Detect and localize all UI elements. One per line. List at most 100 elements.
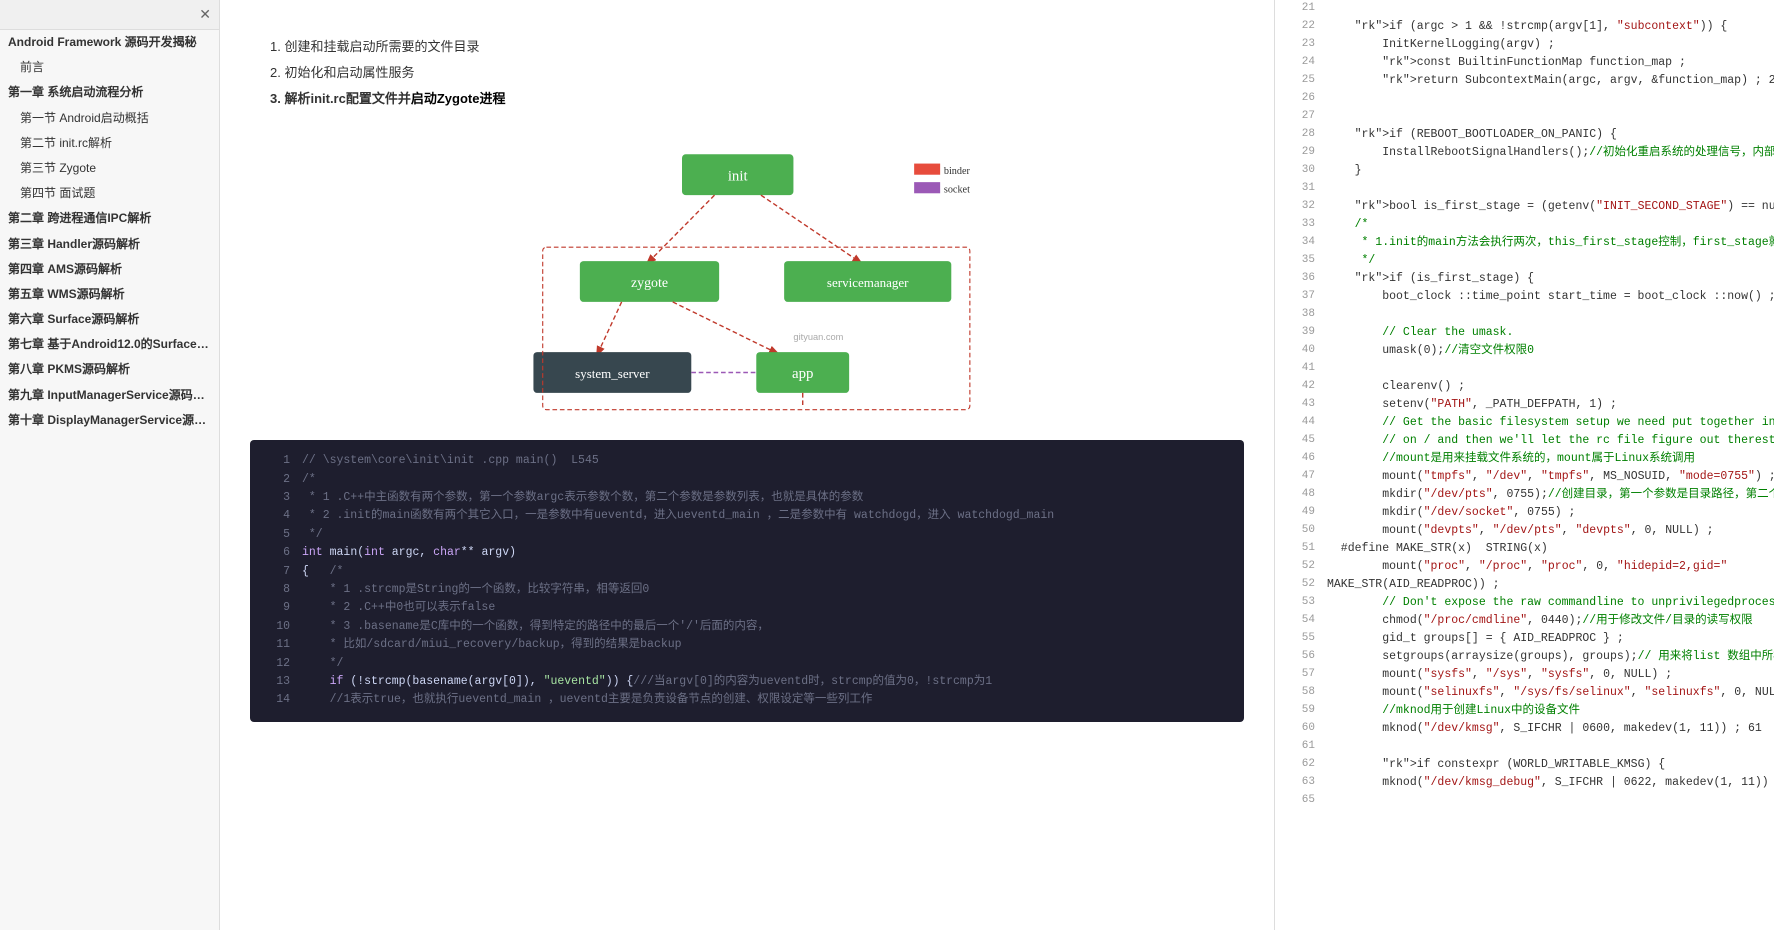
arrow-init-zygote (650, 195, 715, 261)
watermark: gityuan.com (793, 332, 843, 342)
right-code-line: 49 mkdir("/dev/socket", 0755) ; (1275, 504, 1774, 522)
code-text: // \system\core\init\init .cpp main() L5… (302, 452, 1228, 470)
right-code-text: "rk">if constexpr (WORLD_WRITABLE_KMSG) … (1327, 756, 1766, 774)
right-code-text: mknod("/dev/kmsg_debug", S_IFCHR | 0622,… (1327, 774, 1774, 792)
right-line-num: 61 (1283, 738, 1315, 756)
right-code-text (1327, 792, 1766, 810)
sidebar-item-2[interactable]: 第一章 系统启动流程分析 (0, 80, 219, 105)
right-code-line: 33 /* (1275, 216, 1774, 234)
code-line-6: 6int main(int argc, char** argv) (266, 544, 1228, 562)
right-code-line: 65 (1275, 792, 1774, 810)
sidebar-item-12[interactable]: 第七章 基于Android12.0的SurfaceFlinger源 (0, 332, 219, 357)
right-code-text: //mknod用于创建Linux中的设备文件 (1327, 702, 1766, 720)
sidebar-item-13[interactable]: 第八章 PKMS源码解析 (0, 357, 219, 382)
sidebar-item-15[interactable]: 第十章 DisplayManagerService源码解析 (0, 408, 219, 433)
right-line-num: 31 (1283, 180, 1315, 198)
right-code-text: mount("proc", "/proc", "proc", 0, "hidep… (1327, 558, 1766, 576)
sidebar-item-0[interactable]: Android Framework 源码开发揭秘 (0, 30, 219, 55)
right-code-line: 28 "rk">if (REBOOT_BOOTLOADER_ON_PANIC) … (1275, 126, 1774, 144)
right-code-text (1327, 180, 1766, 198)
sidebar-item-7[interactable]: 第二章 跨进程通信IPC解析 (0, 206, 219, 231)
right-code-line: 54 chmod("/proc/cmdline", 0440);//用于修改文件… (1275, 612, 1774, 630)
sidebar-item-14[interactable]: 第九章 InputManagerService源码解析 (0, 383, 219, 408)
right-code-text: // Don't expose the raw commandline to u… (1327, 594, 1774, 612)
right-code-text: #define MAKE_STR(x) STRING(x) (1327, 540, 1766, 558)
right-line-num: 33 (1283, 216, 1315, 234)
right-code-line: 21 (1275, 0, 1774, 18)
right-code-line: 26 (1275, 90, 1774, 108)
right-code-line: 29 InstallRebootSignalHandlers();//初始化重启… (1275, 144, 1774, 162)
right-line-num: 42 (1283, 378, 1315, 396)
right-code-text: MAKE_STR(AID_READPROC)) ; (1327, 576, 1766, 594)
right-line-num: 47 (1283, 468, 1315, 486)
right-code-line: 37 boot_clock ::time_point start_time = … (1275, 288, 1774, 306)
right-code-line: 44 // Get the basic filesystem setup we … (1275, 414, 1774, 432)
code-line-8: 8 * 1 .strcmp是String的一个函数，比较字符串，相等返回0 (266, 581, 1228, 599)
right-line-num: 58 (1283, 684, 1315, 702)
code-line-2: 2/* (266, 471, 1228, 489)
right-code-text: setenv("PATH", _PATH_DEFPATH, 1) ; (1327, 396, 1766, 414)
sidebar-header: ✕ (0, 0, 219, 30)
right-code-text: umask(0);//清空文件权限0 (1327, 342, 1766, 360)
right-line-num: 38 (1283, 306, 1315, 324)
right-code-text: * 1.init的main方法会执行两次，this_first_stage控制，… (1327, 234, 1774, 252)
right-code-line: 32 "rk">bool is_first_stage = (getenv("I… (1275, 198, 1774, 216)
right-code-text: chmod("/proc/cmdline", 0440);//用于修改文件/目录… (1327, 612, 1766, 630)
right-code-line: 59 //mknod用于创建Linux中的设备文件 (1275, 702, 1774, 720)
sidebar-close-button[interactable]: ✕ (199, 6, 211, 23)
right-line-num: 25 (1283, 72, 1315, 90)
right-code-text (1327, 0, 1766, 18)
right-line-num: 48 (1283, 486, 1315, 504)
right-code-text: } (1327, 162, 1766, 180)
right-code-line: 45 // on / and then we'll let the rc fil… (1275, 432, 1774, 450)
code-line-10: 10 * 3 .basename是C库中的一个函数，得到特定的路径中的最后一个'… (266, 618, 1228, 636)
code-line-5: 5 */ (266, 526, 1228, 544)
ss-label: system_server (575, 366, 650, 381)
right-code-line: 63 mknod("/dev/kmsg_debug", S_IFCHR | 06… (1275, 774, 1774, 792)
right-line-num: 22 (1283, 18, 1315, 36)
highlight-zygote: 启动Zygote进程 (411, 91, 506, 106)
sidebar-item-6[interactable]: 第四节 面试题 (0, 181, 219, 206)
init-label: init (728, 169, 749, 185)
sidebar-item-11[interactable]: 第六章 Surface源码解析 (0, 307, 219, 332)
line-num: 1 (266, 452, 290, 470)
sidebar-item-8[interactable]: 第三章 Handler源码解析 (0, 232, 219, 257)
main-content: 1. 创建和挂载启动所需要的文件目录 2. 初始化和启动属性服务 3. 解析in… (220, 0, 1274, 930)
right-code-text (1327, 306, 1766, 324)
right-line-num: 46 (1283, 450, 1315, 468)
code-line-11: 11 * 比如/sdcard/miui_recovery/backup，得到的结… (266, 636, 1228, 654)
right-line-num: 43 (1283, 396, 1315, 414)
right-line-num: 62 (1283, 756, 1315, 774)
right-code-text: gid_t groups[] = { AID_READPROC } ; (1327, 630, 1766, 648)
right-line-num: 65 (1283, 792, 1315, 810)
right-code-text: //mount是用来挂载文件系统的，mount属于Linux系统调用 (1327, 450, 1766, 468)
sidebar-item-10[interactable]: 第五章 WMS源码解析 (0, 282, 219, 307)
sidebar-item-5[interactable]: 第三节 Zygote (0, 156, 219, 181)
sidebar-item-1[interactable]: 前言 (0, 55, 219, 80)
sidebar-item-4[interactable]: 第二节 init.rc解析 (0, 131, 219, 156)
right-line-num: 30 (1283, 162, 1315, 180)
right-code-line: 50 mount("devpts", "/dev/pts", "devpts",… (1275, 522, 1774, 540)
sidebar-item-3[interactable]: 第一节 Android启动概括 (0, 106, 219, 131)
right-code-line: 22 "rk">if (argc > 1 && !strcmp(argv[1],… (1275, 18, 1774, 36)
right-line-num: 26 (1283, 90, 1315, 108)
code-line-7: 7{ /* (266, 563, 1228, 581)
right-code-line: 46 //mount是用来挂载文件系统的，mount属于Linux系统调用 (1275, 450, 1774, 468)
right-code-text (1327, 108, 1766, 126)
right-code-line: 48 mkdir("/dev/pts", 0755);//创建目录，第一个参数是… (1275, 486, 1774, 504)
zygote-label: zygote (631, 276, 668, 291)
right-line-num: 28 (1283, 126, 1315, 144)
sidebar-item-9[interactable]: 第四章 AMS源码解析 (0, 257, 219, 282)
right-code-text: mount("devpts", "/dev/pts", "devpts", 0,… (1327, 522, 1766, 540)
right-line-num: 52 (1283, 558, 1315, 576)
right-code-line: 58 mount("selinuxfs", "/sys/fs/selinux",… (1275, 684, 1774, 702)
legend-socket-color (914, 182, 940, 193)
right-code-line: 56 setgroups(arraysize(groups), groups);… (1275, 648, 1774, 666)
legend-binder-label: binder (944, 166, 971, 177)
right-code-text: "rk">if (argc > 1 && !strcmp(argv[1], "s… (1327, 18, 1766, 36)
right-code-line: 38 (1275, 306, 1774, 324)
right-code-text: "rk">if (is_first_stage) { (1327, 270, 1766, 288)
right-code-text: mknod("/dev/kmsg", S_IFCHR | 0600, maked… (1327, 720, 1766, 738)
right-code-line: 36 "rk">if (is_first_stage) { (1275, 270, 1774, 288)
right-code-text: setgroups(arraysize(groups), groups);// … (1327, 648, 1774, 666)
